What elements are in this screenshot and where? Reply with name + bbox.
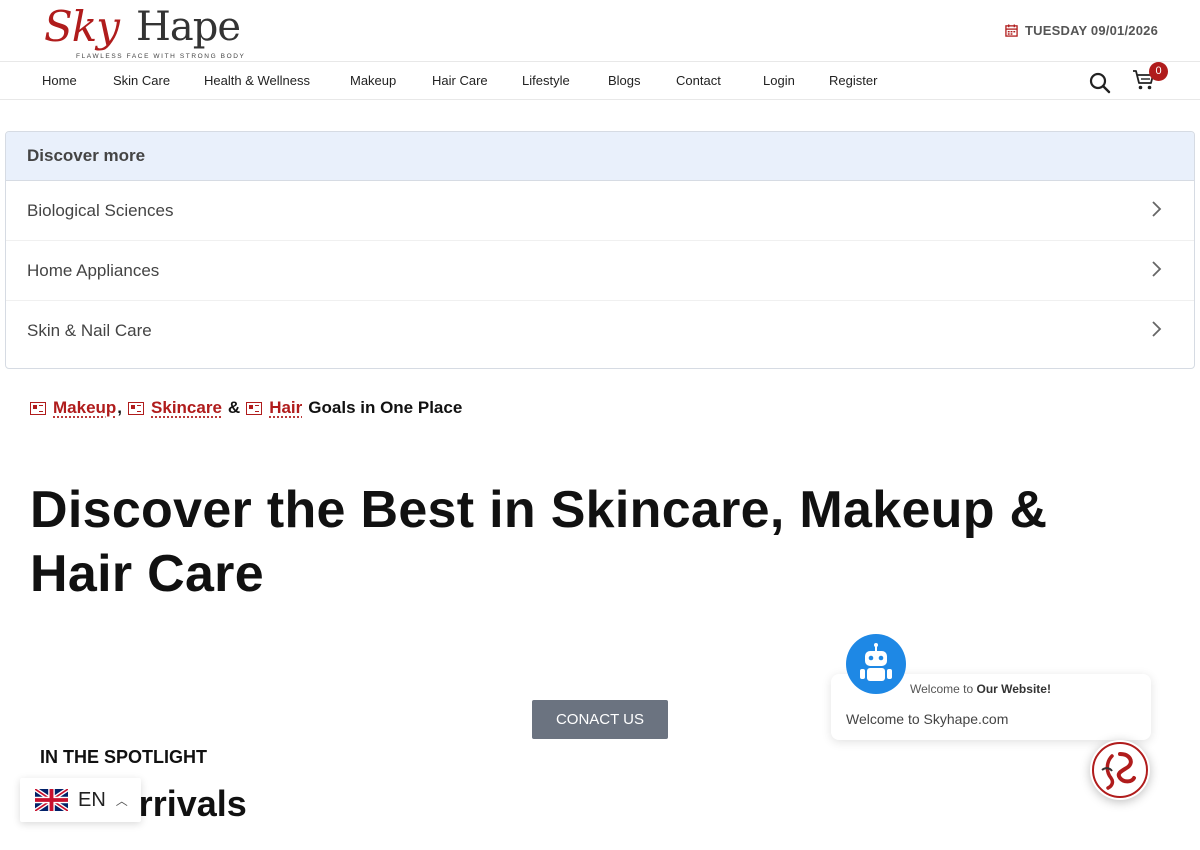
brand-chat-button[interactable] xyxy=(1090,740,1150,800)
site-logo[interactable]: Sky Hape FLAWLESS FACE WITH STRONG BODY xyxy=(40,0,250,62)
date-text: TUESDAY 09/01/2026 xyxy=(1025,23,1158,38)
contact-us-button[interactable]: CONACT US xyxy=(532,700,668,739)
nav-contact[interactable]: Contact xyxy=(676,73,721,88)
category-link-makeup[interactable]: Makeup xyxy=(53,398,116,418)
chevron-right-icon xyxy=(1152,201,1162,217)
category-separator: , xyxy=(117,398,123,417)
nav-home[interactable]: Home xyxy=(42,73,77,88)
logo-sky-text: Sky xyxy=(44,2,120,51)
chevron-right-icon xyxy=(1152,261,1162,277)
newspaper-icon xyxy=(128,401,145,415)
robot-icon xyxy=(860,643,892,681)
nav-skin-care[interactable]: Skin Care xyxy=(113,73,170,88)
discover-item-home-appliances[interactable]: Home Appliances xyxy=(6,241,1194,301)
chat-welcome-header: Welcome to Our Website! xyxy=(910,682,1051,696)
calendar-icon xyxy=(1005,24,1018,37)
hero-title: Discover the Best in Skincare, Makeup & … xyxy=(30,481,1048,603)
category-tagline-suffix: Goals in One Place xyxy=(308,398,463,417)
nav-health-wellness[interactable]: Health & Wellness xyxy=(204,73,310,88)
chevron-up-icon: ︿ xyxy=(115,793,128,808)
discover-item-label: Biological Sciences xyxy=(27,201,174,220)
nav-login[interactable]: Login xyxy=(763,73,795,88)
language-code: EN xyxy=(78,788,106,811)
nav-makeup[interactable]: Makeup xyxy=(350,73,396,88)
category-separator: & xyxy=(227,398,241,417)
language-switcher[interactable]: EN ︿ xyxy=(20,778,141,822)
category-link-hair[interactable]: Hair xyxy=(269,398,302,418)
chatbot-avatar[interactable] xyxy=(846,634,906,694)
spotlight-kicker: IN THE SPOTLIGHT xyxy=(40,747,208,767)
search-icon[interactable] xyxy=(1088,71,1112,95)
nav-tools: 0 xyxy=(1088,62,1168,97)
category-tagline: Makeup , Skincare & Hair Goals in One Pl… xyxy=(30,398,462,418)
nav-register[interactable]: Register xyxy=(829,73,877,88)
discover-more-panel: Discover more Biological Sciences Home A… xyxy=(5,131,1195,369)
cart-button[interactable]: 0 xyxy=(1132,62,1168,97)
current-date: TUESDAY 09/01/2026 xyxy=(1005,23,1158,38)
nav-lifestyle[interactable]: Lifestyle xyxy=(522,73,570,88)
nav-hair-care[interactable]: Hair Care xyxy=(432,73,488,88)
newspaper-icon xyxy=(246,401,263,415)
main-nav: Home Skin Care Health & Wellness Makeup … xyxy=(0,62,1200,100)
chat-welcome-prefix: Welcome to xyxy=(910,682,974,696)
chat-welcome-message: Welcome to Skyhape.com xyxy=(846,711,1009,727)
logo-hape-text: Hape xyxy=(136,4,241,50)
nav-blogs[interactable]: Blogs xyxy=(608,73,641,88)
discover-item-label: Home Appliances xyxy=(27,261,160,280)
logo-tagline: FLAWLESS FACE WITH STRONG BODY xyxy=(76,53,246,60)
newspaper-icon xyxy=(30,401,46,415)
cart-count-badge: 0 xyxy=(1149,62,1168,81)
discover-item-label: Skin & Nail Care xyxy=(27,321,152,340)
chevron-right-icon xyxy=(1152,321,1162,337)
category-link-skincare[interactable]: Skincare xyxy=(151,398,222,418)
discover-item-skin-nail-care[interactable]: Skin & Nail Care xyxy=(6,301,1194,361)
discover-item-biological-sciences[interactable]: Biological Sciences xyxy=(6,181,1194,241)
uk-flag-icon xyxy=(35,789,68,811)
brand-face-icon xyxy=(1092,742,1148,798)
top-header: Sky Hape FLAWLESS FACE WITH STRONG BODY … xyxy=(0,0,1200,62)
discover-more-title: Discover more xyxy=(6,132,1194,181)
chat-welcome-bold: Our Website! xyxy=(976,682,1051,696)
